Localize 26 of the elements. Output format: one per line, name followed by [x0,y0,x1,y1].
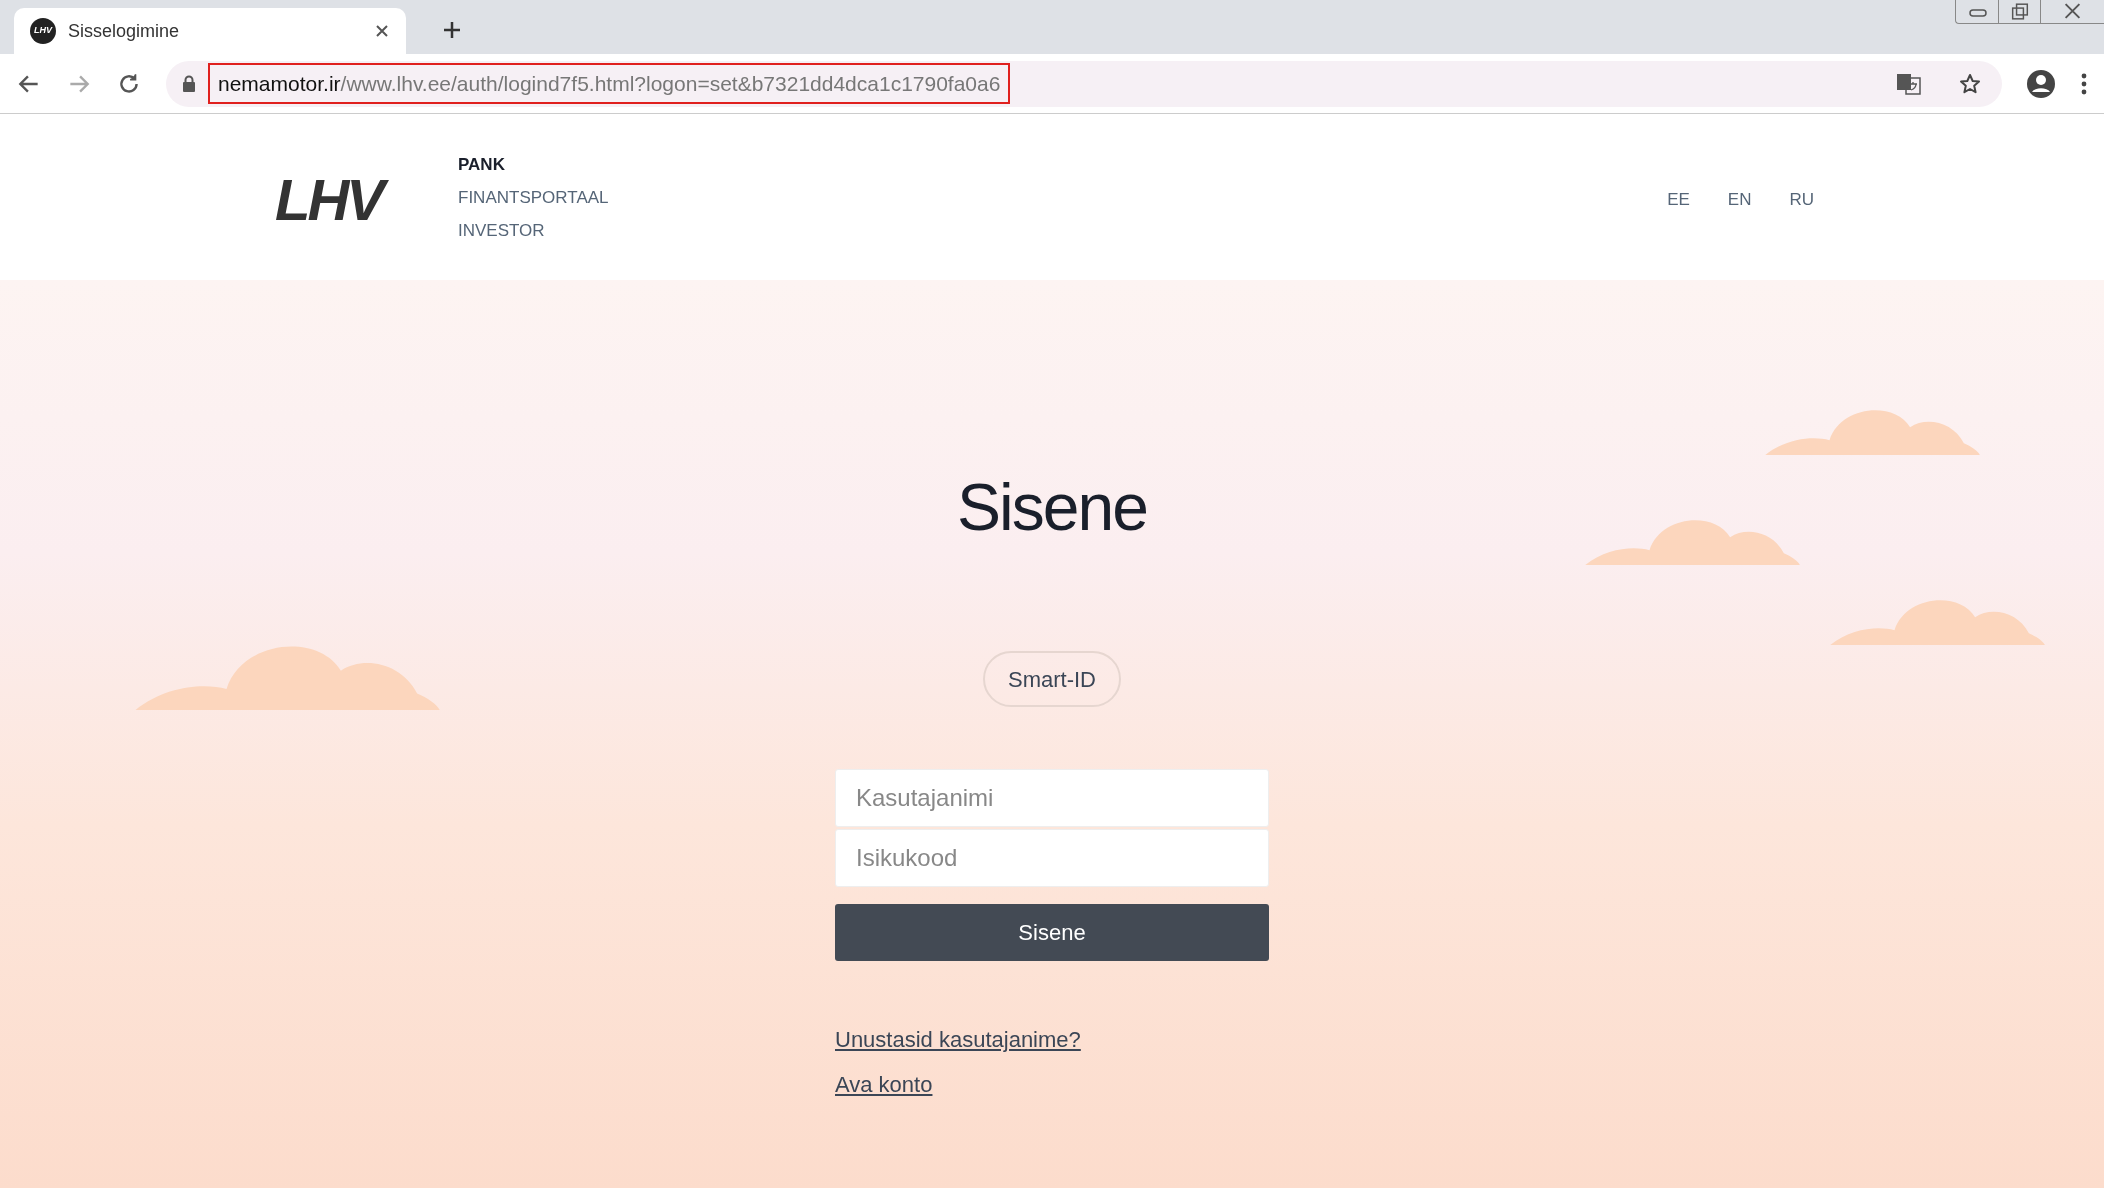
close-icon[interactable] [374,23,390,39]
menu-icon[interactable] [2080,71,2088,96]
smart-id-button[interactable]: Smart-ID [983,651,1121,707]
language-link[interactable]: EN [1727,187,1752,213]
tab-title: Sisselogimine [68,19,181,43]
language-link[interactable]: EE [1667,187,1690,213]
address-bar[interactable]: nemamotor.ir/www.lhv.ee/auth/logind7f5.html?logon=set&b7321dd4dca1c1790fa0a6 [166,60,2002,107]
text-link[interactable]: Unustasid kasutajanime? [835,1023,1081,1056]
submit-button[interactable]: Sisene [835,904,1269,961]
browser-tab[interactable]: LHV Sisselogimine [14,8,406,54]
url-text[interactable]: nemamotor.ir/www.lhv.ee/auth/logind7f5.html?logon=set&b7321dd4dca1c1790fa0a6 [208,62,1011,105]
profile-icon[interactable] [2026,68,2056,99]
text-link[interactable]: Ava konto [835,1068,933,1101]
login-title: Sisene [957,469,1147,546]
nav-link[interactable]: FINANTSPORTAAL [458,187,609,208]
favicon: LHV [30,18,56,44]
new-tab-icon[interactable] [442,20,462,40]
text-field[interactable]: Isikukood [835,829,1269,887]
star-icon[interactable] [1958,71,1982,96]
lock-icon [182,75,196,92]
language-link[interactable]: RU [1789,187,1814,213]
translate-icon[interactable] [1896,71,1922,96]
text-field[interactable]: Kasutajanimi [835,769,1269,827]
nav-link[interactable]: INVESTOR [458,220,609,241]
logo[interactable]: LHV [273,168,388,232]
nav-link[interactable]: PANK [458,154,609,175]
